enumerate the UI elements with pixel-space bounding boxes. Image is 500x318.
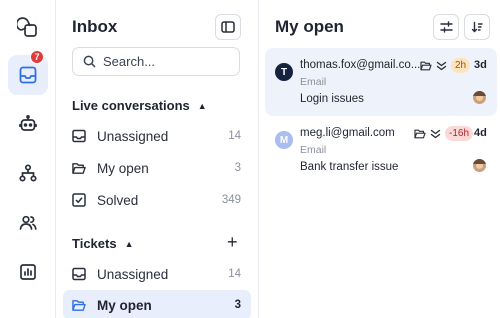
conversation-age: 3d xyxy=(474,59,487,71)
sidebar-toggle-icon xyxy=(221,21,235,33)
conversation-email: thomas.fox@gmail.co... xyxy=(300,59,421,71)
conversation-email: meg.li@gmail.com xyxy=(300,127,395,139)
checkbox-icon xyxy=(72,193,86,207)
org-chart-icon xyxy=(19,164,37,182)
inbox-title: Inbox xyxy=(72,17,118,36)
nav-label: Unassigned xyxy=(97,266,169,282)
search-box[interactable] xyxy=(72,47,240,76)
sort-icon xyxy=(471,21,483,33)
nav-tickets-unassigned[interactable]: Unassigned 14 xyxy=(63,259,251,289)
nav-live-solved[interactable]: Solved 349 xyxy=(63,185,251,215)
rail-inbox-button[interactable]: 7 xyxy=(8,50,48,95)
nav-rail: 7 xyxy=(0,0,56,318)
rail-reports-button[interactable] xyxy=(8,252,48,292)
inbox-icon xyxy=(19,66,37,84)
conversation-list-panel: My open T thomas.fox@gmail.co... Email L… xyxy=(260,0,500,318)
priority-low-icon xyxy=(435,60,447,72)
rail-workflow-button[interactable] xyxy=(8,153,48,193)
users-icon xyxy=(19,215,37,230)
folder-icon xyxy=(414,128,426,140)
tray-icon xyxy=(72,129,86,143)
conversation-channel: Email xyxy=(300,76,327,88)
caret-up-icon: ▲ xyxy=(124,238,134,249)
add-ticket-view-button[interactable]: + xyxy=(227,233,238,251)
collapse-sidebar-button[interactable] xyxy=(215,14,241,40)
inbox-panel: Inbox Live conversations ▲ Unassigned 14 xyxy=(57,0,259,318)
folder-icon xyxy=(420,60,432,72)
avatar: T xyxy=(275,63,293,81)
avatar: M xyxy=(275,131,293,149)
sla-badge: -16h xyxy=(445,126,474,141)
rail-home-button[interactable] xyxy=(8,8,48,48)
tickets-label: Tickets xyxy=(72,236,117,251)
nav-count: 14 xyxy=(228,268,241,280)
search-icon xyxy=(83,55,96,68)
list-title: My open xyxy=(275,17,344,36)
rail-bot-button[interactable] xyxy=(8,104,48,144)
bar-chart-icon xyxy=(20,264,36,280)
nav-count: 14 xyxy=(228,130,241,142)
nav-live-my-open[interactable]: My open 3 xyxy=(63,153,251,183)
conversation-subject: Login issues xyxy=(300,93,364,105)
search-input[interactable] xyxy=(103,54,223,69)
bot-icon xyxy=(19,114,37,131)
sliders-icon xyxy=(439,21,453,33)
tickets-header[interactable]: Tickets ▲ xyxy=(72,236,134,251)
app: 7 Inbox Search... Live conversations ▲ U… xyxy=(0,0,500,318)
live-conversations-header[interactable]: Live conversations ▲ xyxy=(72,98,207,113)
rail-contacts-button[interactable] xyxy=(8,203,48,243)
assignee-avatar xyxy=(473,159,486,172)
nav-label: My open xyxy=(97,297,152,313)
nav-live-unassigned[interactable]: Unassigned 14 xyxy=(63,121,251,151)
inbox-badge: 7 xyxy=(30,50,44,64)
sla-badge: 2h xyxy=(451,58,471,73)
live-conversations-label: Live conversations xyxy=(72,98,190,113)
conversation-age: 4d xyxy=(474,127,487,139)
nav-label: Solved xyxy=(97,192,139,208)
nav-label: Unassigned xyxy=(97,128,169,144)
folder-open-icon xyxy=(72,161,86,175)
filter-button[interactable] xyxy=(433,14,459,40)
conversation-channel: Email xyxy=(300,144,327,156)
overlapping-shapes-icon xyxy=(17,17,37,37)
priority-low-icon xyxy=(429,128,441,140)
caret-up-icon: ▲ xyxy=(197,100,207,111)
nav-count: 3 xyxy=(234,162,241,174)
nav-count: 3 xyxy=(234,299,241,311)
conversation-item[interactable]: M meg.li@gmail.com Email Bank transfer i… xyxy=(265,116,497,184)
nav-tickets-my-open[interactable]: My open 3 xyxy=(63,290,251,318)
sort-button[interactable] xyxy=(464,14,490,40)
nav-label: My open xyxy=(97,160,149,176)
conversation-item[interactable]: T thomas.fox@gmail.co... Email Login iss… xyxy=(265,48,497,116)
tray-icon xyxy=(72,267,86,281)
conversation-subject: Bank transfer issue xyxy=(300,161,399,173)
nav-count: 349 xyxy=(221,194,241,206)
assignee-avatar xyxy=(473,91,486,104)
folder-open-icon xyxy=(72,298,86,312)
